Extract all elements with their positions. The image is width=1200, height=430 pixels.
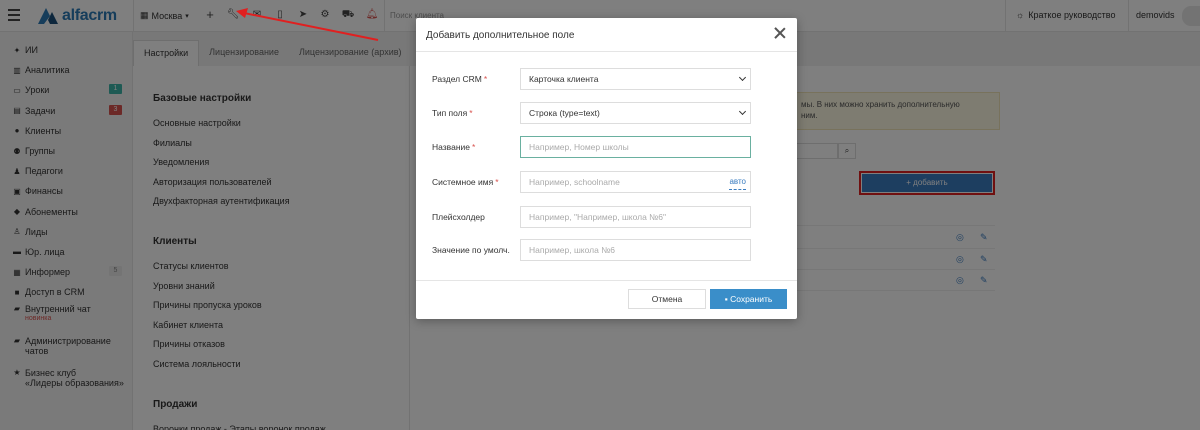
modal-header: Добавить дополнительное поле <box>416 18 797 52</box>
field-row-placeholder: Плейсхолдер Например, "Например, школа №… <box>416 206 797 233</box>
field-row-type: Тип поля * Строка (type=text) <box>416 102 797 129</box>
modal-title: Добавить дополнительное поле <box>426 30 575 41</box>
field-row-name: Название * Например, Номер школы <box>416 136 797 163</box>
auto-link[interactable]: авто <box>729 175 746 190</box>
placeholder-input[interactable]: Например, "Например, школа №6" <box>520 206 751 228</box>
name-label: Название * <box>432 142 476 152</box>
field-row-default: Значение по умолч. Например, школа №6 <box>416 239 797 266</box>
sysname-label: Системное имя * <box>432 177 499 187</box>
placeholder-label: Плейсхолдер <box>432 212 485 222</box>
sysname-input[interactable]: Например, schoolname авто <box>520 171 751 193</box>
close-icon[interactable] <box>773 26 787 40</box>
type-select[interactable]: Строка (type=text) <box>520 102 751 124</box>
name-input[interactable]: Например, Номер школы <box>520 136 751 158</box>
save-button[interactable]: ▪ Сохранить <box>710 289 787 309</box>
cancel-button[interactable]: Отмена <box>628 289 706 309</box>
annotation-arrow-icon <box>236 8 379 41</box>
default-label: Значение по умолч. <box>432 245 510 255</box>
chevron-down-icon <box>738 107 747 116</box>
add-field-modal: Добавить дополнительное поле Раздел CRM *… <box>416 18 797 319</box>
section-select[interactable]: Карточка клиента <box>520 68 751 90</box>
type-label: Тип поля * <box>432 108 473 118</box>
section-label: Раздел CRM * <box>432 74 488 84</box>
default-input[interactable]: Например, школа №6 <box>520 239 751 261</box>
field-row-sysname: Системное имя * Например, schoolname авто <box>416 171 797 198</box>
chevron-down-icon <box>738 73 747 82</box>
modal-footer-divider <box>416 280 797 281</box>
field-row-section: Раздел CRM * Карточка клиента <box>416 68 797 95</box>
